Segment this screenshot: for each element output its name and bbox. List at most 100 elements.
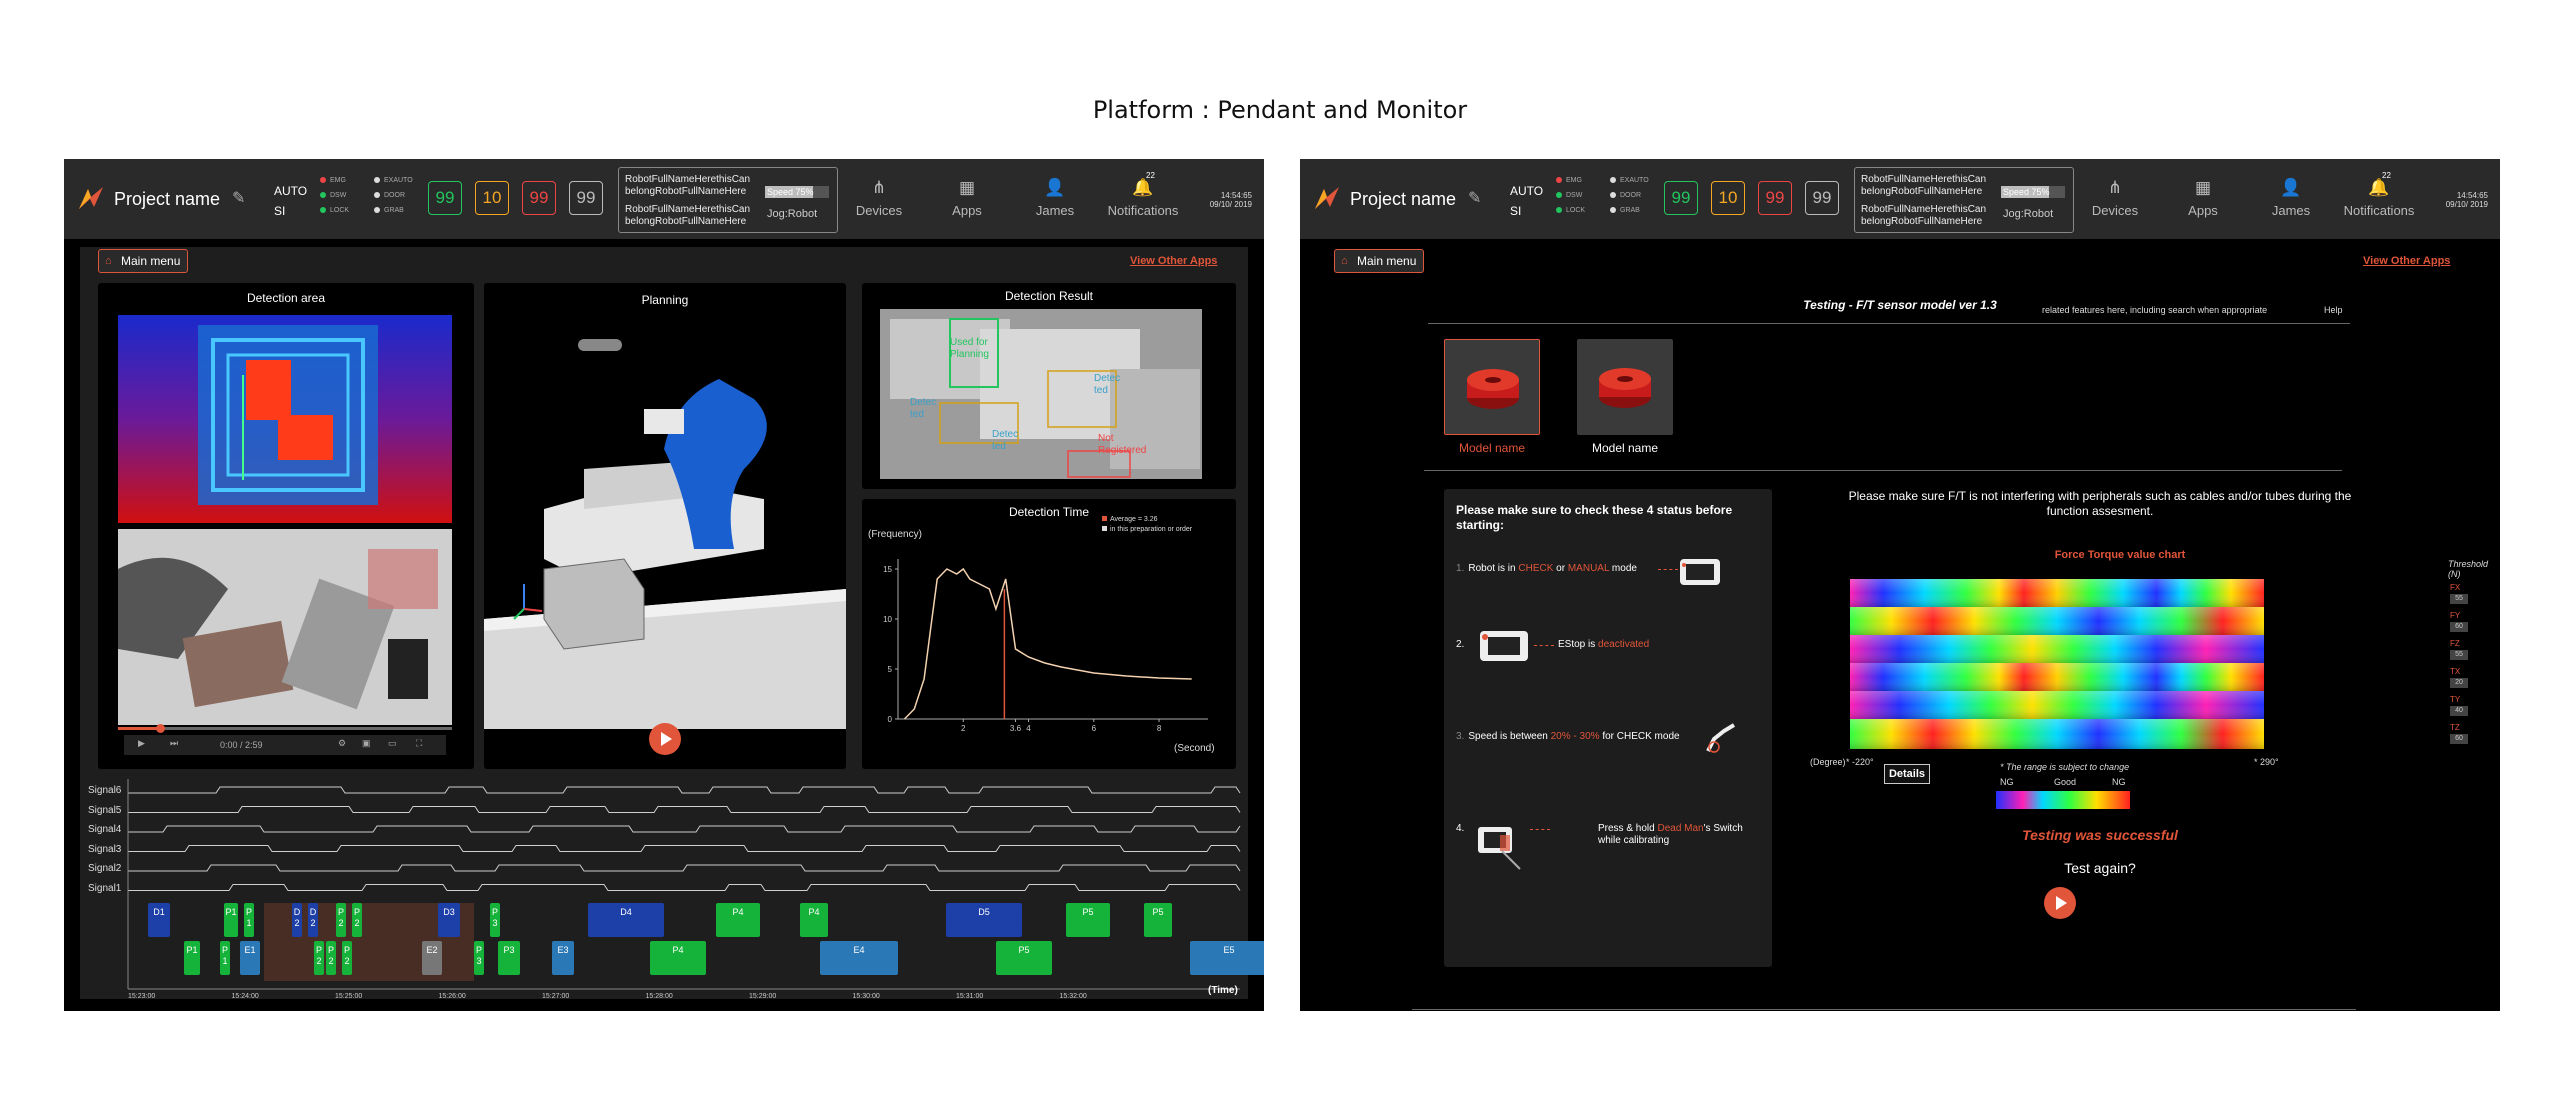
task-block[interactable]: P5	[1066, 903, 1110, 937]
task-block[interactable]: P 1	[244, 903, 254, 937]
model-name-2[interactable]: Model name	[1560, 441, 1690, 455]
threshold-input[interactable]: 55	[2450, 594, 2468, 604]
edit-icon[interactable]: ✎	[1468, 188, 1486, 207]
led-dot	[1610, 207, 1616, 214]
model-name-1[interactable]: Model name	[1427, 441, 1557, 455]
robot-selector[interactable]: RobotFullNameHerethisCan belongRobotFull…	[618, 167, 838, 233]
threshold-input[interactable]: 55	[2450, 650, 2468, 660]
task-block[interactable]: P1	[224, 903, 238, 937]
ng-left: NG	[2000, 777, 2014, 787]
video-scrubber[interactable]	[156, 724, 165, 733]
step-1: 1. Robot is in CHECK or MANUAL mode	[1456, 563, 1637, 575]
edit-icon[interactable]: ✎	[232, 188, 250, 207]
planning-3d-view	[484, 319, 846, 729]
nav-label: James	[1035, 203, 1075, 218]
counter-0[interactable]: 99	[428, 181, 462, 215]
task-block[interactable]: P 2	[314, 941, 324, 975]
counter-1[interactable]: 10	[475, 181, 509, 215]
task-block[interactable]: E1	[240, 941, 260, 975]
project-name[interactable]: Project name	[1350, 189, 1456, 210]
counter-2[interactable]: 99	[522, 181, 556, 215]
success-message: Testing was successful	[2022, 827, 2178, 843]
counter-1[interactable]: 10	[1711, 181, 1745, 215]
project-name[interactable]: Project name	[114, 189, 220, 210]
threshold-input[interactable]: 20	[2450, 678, 2468, 688]
task-block[interactable]: D3	[438, 903, 460, 937]
task-block[interactable]: E5	[1190, 941, 1264, 975]
counter-0[interactable]: 99	[1664, 181, 1698, 215]
task-block[interactable]: D1	[148, 903, 170, 937]
main-menu-button[interactable]: ⌂ Main menu	[98, 249, 189, 273]
range-note: * The range is subject to change	[2000, 762, 2130, 772]
clock: 14:54:65 09/10/ 2019	[2438, 191, 2488, 209]
theater-icon[interactable]: ▭	[388, 738, 397, 749]
led-dot	[374, 177, 380, 184]
threshold-input[interactable]: 40	[2450, 706, 2468, 716]
fullscreen-icon[interactable]: ⛶	[416, 738, 422, 749]
task-block[interactable]: D 2	[292, 903, 302, 937]
task-block[interactable]: P 2	[336, 903, 346, 937]
task-block[interactable]: P 2	[352, 903, 362, 937]
threshold-axis: TX	[2450, 667, 2461, 676]
task-block[interactable]: P4	[800, 903, 828, 937]
video-progress[interactable]	[118, 724, 452, 733]
task-block[interactable]: P4	[716, 903, 760, 937]
details-button[interactable]: Details	[1884, 764, 1930, 784]
task-block[interactable]: P 2	[326, 941, 336, 975]
planning-play-button[interactable]	[649, 723, 681, 755]
task-block[interactable]: E3	[552, 941, 574, 975]
task-block[interactable]: P 3	[490, 903, 500, 937]
help-link[interactable]: Help	[2324, 305, 2343, 315]
nav-james[interactable]: 👤 James	[2246, 177, 2336, 218]
miniplayer-icon[interactable]: ▣	[362, 738, 371, 749]
signal-label: Signal4	[88, 824, 122, 835]
ng-right: NG	[2112, 777, 2126, 787]
nav-james[interactable]: 👤 James	[1010, 177, 1100, 218]
task-block[interactable]: D 2	[308, 903, 318, 937]
task-block[interactable]: D5	[946, 903, 1022, 937]
task-block[interactable]: P5	[996, 941, 1052, 975]
task-block[interactable]: P3	[498, 941, 520, 975]
threshold-input[interactable]: 60	[2450, 622, 2468, 632]
signal-timeline: Signal6 Signal5 Signal4 Signal3 Signal2 Signa…	[80, 779, 1264, 1000]
test-again-button[interactable]	[2044, 887, 2076, 919]
detection-label-planning: Used for Planning	[950, 337, 989, 360]
view-other-apps-link[interactable]: View Other Apps	[2363, 255, 2450, 267]
speed-bar[interactable]: Speed 75%	[2001, 186, 2065, 198]
view-other-apps-link[interactable]: View Other Apps	[1130, 255, 1217, 267]
nav-notifications[interactable]: 🔔 Notifications 22	[2334, 171, 2424, 218]
play-icon[interactable]: ▶	[138, 738, 145, 749]
next-icon[interactable]: ⏭	[170, 738, 178, 749]
model-card[interactable]	[1577, 339, 1673, 435]
mode-si: SI	[1510, 204, 1522, 218]
task-block[interactable]: P 2	[342, 941, 352, 975]
task-block[interactable]: P1	[184, 941, 200, 975]
counter-3[interactable]: 99	[569, 181, 603, 215]
counter-3[interactable]: 99	[1805, 181, 1839, 215]
signal-wave	[128, 786, 1241, 794]
robot-selector[interactable]: RobotFullNameHerethisCan belongRobotFull…	[1854, 167, 2074, 233]
threshold-axis: TZ	[2450, 723, 2460, 732]
task-block[interactable]: E2	[422, 941, 442, 975]
model-card-selected[interactable]	[1444, 339, 1540, 435]
task-block[interactable]: D4	[588, 903, 664, 937]
task-block[interactable]: P4	[650, 941, 706, 975]
task-block[interactable]: P 3	[474, 941, 484, 975]
degree-max: * 290°	[2254, 757, 2279, 767]
speed-bar[interactable]: Speed 75%	[765, 186, 829, 198]
task-block[interactable]: E4	[820, 941, 898, 975]
nav-apps[interactable]: ▦ Apps	[922, 177, 1012, 218]
task-block[interactable]: P 1	[220, 941, 230, 975]
counter-2[interactable]: 99	[1758, 181, 1792, 215]
main-menu-button[interactable]: ⌂ Main menu	[1334, 249, 1425, 273]
threshold-input[interactable]: 60	[2450, 734, 2468, 744]
led-label: LOCK	[1566, 207, 1586, 214]
settings-icon[interactable]: ⚙	[338, 738, 346, 749]
nav-notifications[interactable]: 🔔 Notifications 22	[1098, 171, 1188, 218]
nav-devices[interactable]: ⋔ Devices	[2070, 177, 2160, 218]
task-block[interactable]: P5	[1144, 903, 1172, 937]
time-tick-label: 15:24:00	[231, 993, 259, 1000]
nav-apps[interactable]: ▦ Apps	[2158, 177, 2248, 218]
nav-devices[interactable]: ⋔ Devices	[834, 177, 924, 218]
detection-time-card: Detection Time Average = 3.26 in this pr…	[862, 499, 1236, 769]
